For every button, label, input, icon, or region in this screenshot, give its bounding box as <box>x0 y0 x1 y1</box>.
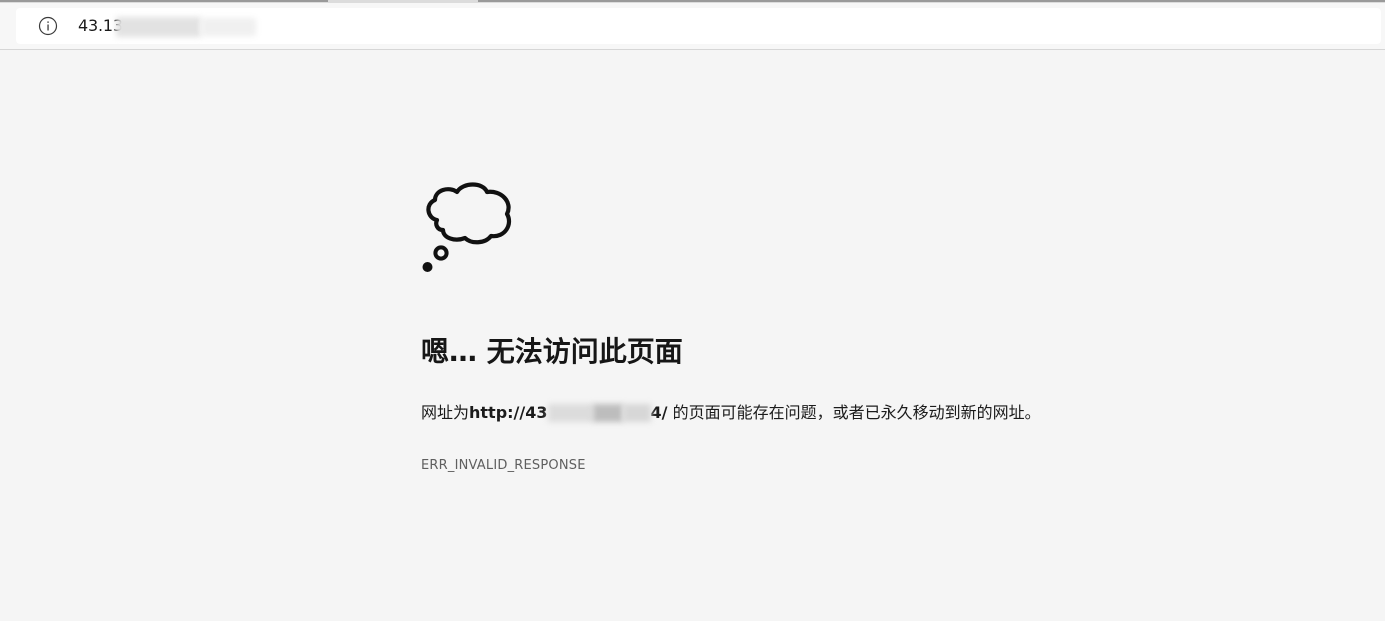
error-title: 嗯… 无法访问此页面 <box>421 335 683 368</box>
error-code: ERR_INVALID_RESPONSE <box>421 458 586 473</box>
description-suffix: 的页面可能存在问题，或者已永久移动到新的网址。 <box>667 403 1041 422</box>
description-prefix: 网址为 <box>421 403 470 422</box>
redacted-url-region <box>547 404 651 422</box>
browser-toolbar: 43.13 <box>0 3 1385 50</box>
thought-cloud-icon <box>421 180 517 276</box>
error-description: 网址为http://43 4/ 的页面可能存在问题，或者已永久移动到新的网址。 <box>421 403 1041 423</box>
tab-inactive-edge[interactable] <box>478 0 1385 2</box>
error-url-end: 4/ <box>650 403 668 422</box>
redacted-url-region <box>201 18 256 36</box>
error-url: http://43 4/ <box>469 403 668 422</box>
address-bar[interactable]: 43.13 <box>16 8 1381 44</box>
error-url-start: http://43 <box>469 403 548 422</box>
redacted-url-region <box>116 17 201 37</box>
tab-inactive-edge[interactable] <box>0 0 328 2</box>
info-icon[interactable] <box>38 16 58 36</box>
